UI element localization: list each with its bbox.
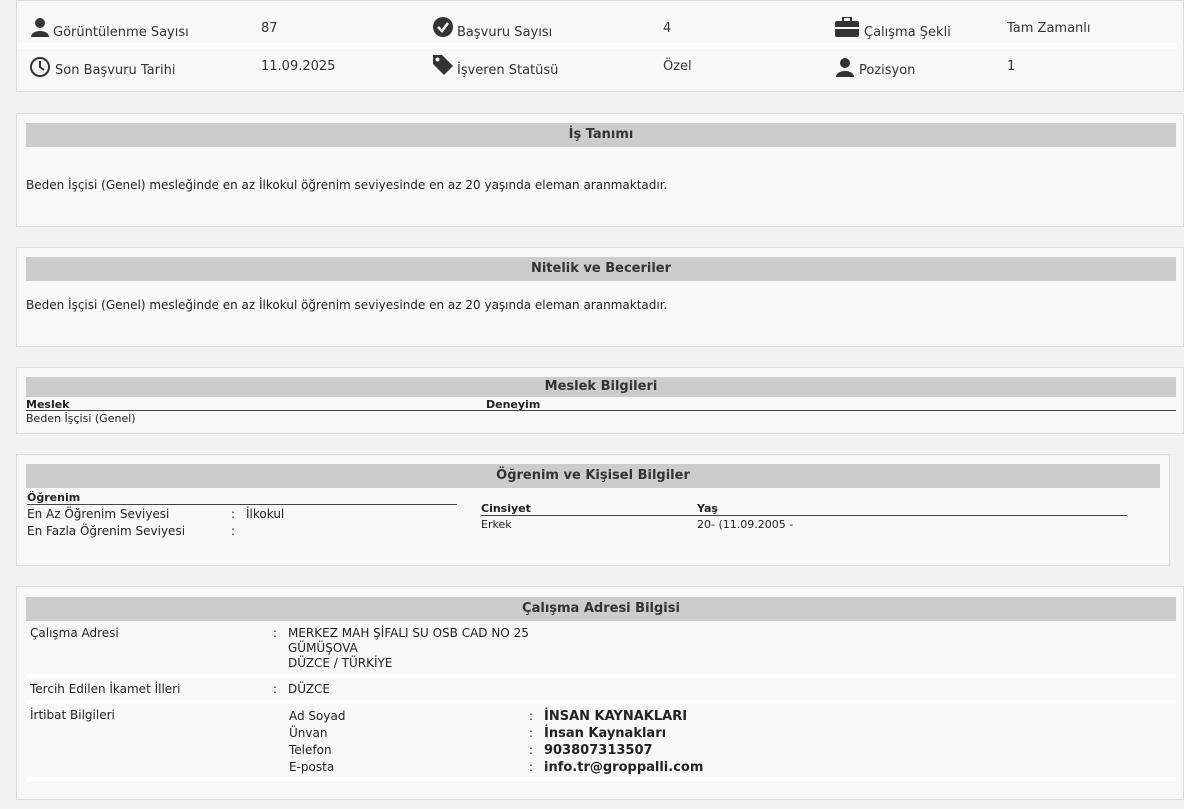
gender-header: Cinsiyet (481, 502, 531, 515)
occupation-card: Meslek Bilgileri Meslek Deneyim Beden İş… (16, 367, 1184, 434)
contact-label: İrtibat Bilgileri (30, 708, 115, 722)
education-header-line (27, 504, 457, 505)
min-education-value: İlkokul (246, 507, 285, 521)
work-type-value: Tam Zamanlı (1007, 21, 1091, 36)
work-type-label: Çalışma Şekli (864, 25, 951, 40)
contact-phone-value[interactable]: 903807313507 (544, 743, 653, 758)
briefcase-icon (835, 17, 859, 37)
occupation-header-line (26, 410, 1176, 411)
deadline-label: Son Başvuru Tarihi (55, 63, 176, 78)
min-education-separator: : (231, 507, 236, 521)
applications-label: Başvuru Sayısı (457, 25, 553, 40)
contact-phone-separator: : (529, 743, 534, 757)
contact-phone-label: Telefon (289, 743, 332, 757)
positions-value: 1 (1007, 59, 1016, 74)
user-icon (31, 18, 49, 37)
check-circle-icon (433, 17, 453, 37)
tag-icon (433, 55, 453, 75)
job-description-title: İş Tanımı (26, 123, 1176, 147)
contact-title-label: Ünvan (289, 726, 328, 740)
contact-email-separator: : (529, 760, 534, 774)
address-divider (26, 777, 1176, 781)
contact-email-link[interactable]: info.tr@groppalli.com (544, 760, 703, 775)
address-divider (26, 700, 1176, 704)
residence-value: DÜZCE (288, 682, 330, 696)
employer-status-label: İşveren Statüsü (457, 63, 559, 78)
gender-value: Erkek (481, 518, 512, 531)
contact-name-label: Ad Soyad (289, 709, 346, 723)
residence-label: Tercih Edilen İkamet İlleri (30, 682, 181, 696)
contact-email-label: E-posta (289, 760, 335, 774)
work-address-line3: DÜZCE / TÜRKİYE (288, 656, 393, 670)
contact-name-value: İNSAN KAYNAKLARI (544, 709, 688, 724)
address-title: Çalışma Adresi Bilgisi (26, 597, 1176, 621)
job-description-card: İş Tanımı Beden İşçisi (Genel) mesleğind… (16, 113, 1184, 227)
education-card: Öğrenim ve Kişisel Bilgiler Öğrenim En A… (16, 454, 1170, 566)
applications-value: 4 (663, 21, 672, 36)
education-title: Öğrenim ve Kişisel Bilgiler (26, 464, 1160, 488)
work-address-separator: : (273, 626, 278, 640)
job-stats-card: Görüntülenme Sayısı 87 Başvuru Sayısı 4 … (16, 0, 1184, 92)
user-icon (836, 58, 854, 77)
work-address-label: Çalışma Adresi (30, 626, 119, 640)
occupation-value: Beden İşçisi (Genel) (26, 412, 136, 425)
work-address-line1: MERKEZ MAH ŞİFALI SU OSB CAD NO 25 (288, 626, 529, 640)
address-divider (26, 674, 1176, 678)
views-label: Görüntülenme Sayısı (53, 25, 189, 40)
contact-name-separator: : (529, 709, 534, 723)
max-education-label: En Fazla Öğrenim Seviyesi (27, 524, 186, 538)
max-education-separator: : (231, 524, 236, 538)
stats-divider (17, 43, 1177, 49)
age-header: Yaş (697, 502, 718, 515)
employer-status-value: Özel (663, 59, 692, 74)
contact-title-separator: : (529, 726, 534, 740)
contact-title-value: İnsan Kaynakları (544, 726, 667, 741)
education-header: Öğrenim (27, 491, 81, 504)
min-education-label: En Az Öğrenim Seviyesi (27, 507, 170, 521)
personal-header-line (481, 515, 1127, 516)
residence-separator: : (273, 682, 278, 696)
occupation-title: Meslek Bilgileri (26, 377, 1176, 397)
age-value: 20- (11.09.2005 - (697, 518, 794, 531)
clock-icon (30, 57, 50, 77)
skills-card: Nitelik ve Beceriler Beden İşçisi (Genel… (16, 247, 1184, 347)
address-card: Çalışma Adresi Bilgisi Çalışma Adresi : … (16, 586, 1184, 800)
skills-text: Beden İşçisi (Genel) mesleğinde en az İl… (26, 298, 668, 312)
deadline-value: 11.09.2025 (261, 59, 336, 74)
work-address-line2: GÜMÜŞOVA (288, 641, 358, 655)
skills-title: Nitelik ve Beceriler (26, 257, 1176, 281)
positions-label: Pozisyon (859, 63, 916, 78)
job-description-text: Beden İşçisi (Genel) mesleğinde en az İl… (26, 178, 668, 192)
views-value: 87 (261, 21, 278, 36)
